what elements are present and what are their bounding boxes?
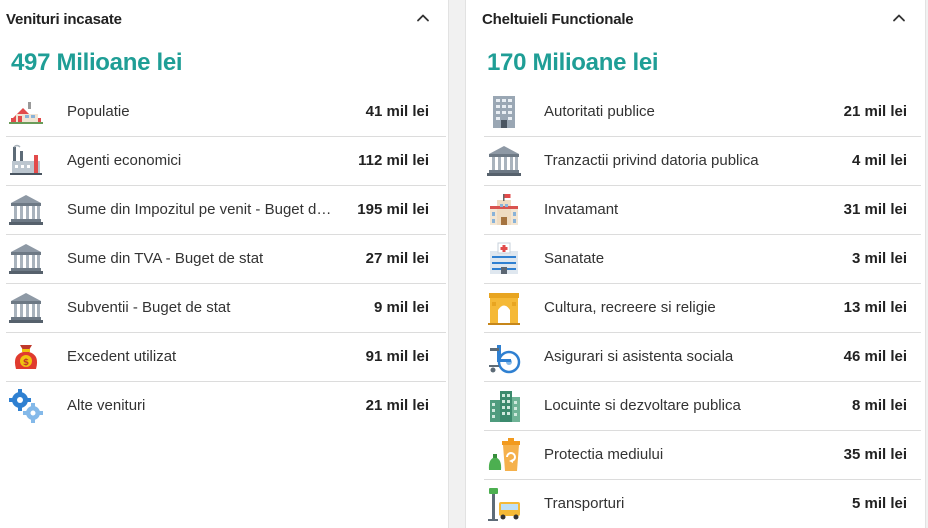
list-item-value: 41 mil lei bbox=[365, 103, 429, 120]
list-item-value: 3 mil lei bbox=[851, 250, 907, 267]
list-item[interactable]: Subventii - Buget de stat 9 mil lei bbox=[6, 284, 446, 333]
bank-icon bbox=[8, 290, 44, 326]
list-item-label: Protectia mediului bbox=[544, 446, 664, 463]
list-item-value: 91 mil lei bbox=[365, 348, 429, 365]
list-item-value: 46 mil lei bbox=[843, 348, 907, 365]
expenses-panel-title: Cheltuieli Functionale bbox=[482, 11, 634, 28]
revenue-panel: Venituri incasate 497 Milioane lei Popul… bbox=[0, 0, 449, 528]
list-item-label: Autoritati publice bbox=[544, 103, 655, 120]
list-item-label: Transporturi bbox=[544, 495, 625, 512]
bank-icon bbox=[486, 143, 522, 179]
list-item[interactable]: Protectia mediului 35 mil lei bbox=[484, 431, 921, 480]
list-item[interactable]: Sume din TVA - Buget de stat 27 mil lei bbox=[6, 235, 446, 284]
apartment-building-icon bbox=[486, 388, 522, 424]
bus-stop-icon bbox=[486, 486, 522, 522]
factory-icon bbox=[8, 143, 44, 179]
list-item-label: Sume din Impozitul pe venit - Buget de s… bbox=[67, 201, 335, 218]
list-item[interactable]: Invatamant 31 mil lei bbox=[484, 186, 921, 235]
list-item[interactable]: Autoritati publice 21 mil lei bbox=[484, 88, 921, 137]
list-item-value: 4 mil lei bbox=[851, 152, 907, 169]
list-item-value: 8 mil lei bbox=[851, 397, 907, 414]
wheelchair-icon bbox=[486, 339, 522, 375]
office-building-icon bbox=[486, 94, 522, 130]
list-item-value: 21 mil lei bbox=[365, 397, 429, 414]
list-item[interactable]: Sanatate 3 mil lei bbox=[484, 235, 921, 284]
list-item-label: Subventii - Buget de stat bbox=[67, 299, 231, 316]
list-item[interactable]: Agenti economici 112 mil lei bbox=[6, 137, 446, 186]
chevron-up-icon[interactable] bbox=[415, 10, 431, 26]
list-item-label: Agenti economici bbox=[67, 152, 182, 169]
list-item-label: Excedent utilizat bbox=[67, 348, 177, 365]
revenue-list: Populatie 41 mil lei Agenti economici 11… bbox=[6, 88, 446, 430]
revenue-panel-header[interactable]: Venituri incasate bbox=[0, 0, 448, 38]
arch-icon bbox=[486, 290, 522, 326]
school-icon bbox=[486, 192, 522, 228]
money-bag-icon bbox=[8, 339, 44, 375]
list-item-value: 5 mil lei bbox=[851, 495, 907, 512]
list-item-value: 13 mil lei bbox=[843, 299, 907, 316]
list-item-value: 21 mil lei bbox=[843, 103, 907, 120]
revenue-panel-title: Venituri incasate bbox=[6, 11, 122, 28]
list-item-label: Sanatate bbox=[544, 250, 605, 267]
revenue-total: 497 Milioane lei bbox=[11, 49, 183, 76]
list-item-label: Populatie bbox=[67, 103, 130, 120]
list-item-label: Alte venituri bbox=[67, 397, 146, 414]
list-item[interactable]: Asigurari si asistenta sociala 46 mil le… bbox=[484, 333, 921, 382]
list-item-value: 27 mil lei bbox=[365, 250, 429, 267]
hospital-icon bbox=[486, 241, 522, 277]
list-item[interactable]: Transporturi 5 mil lei bbox=[484, 480, 921, 528]
expenses-total: 170 Milioane lei bbox=[487, 49, 659, 76]
list-item[interactable]: Tranzactii privind datoria publica 4 mil… bbox=[484, 137, 921, 186]
list-item-label: Invatamant bbox=[544, 201, 619, 218]
gears-icon bbox=[8, 388, 44, 424]
list-item-label: Sume din TVA - Buget de stat bbox=[67, 250, 264, 267]
list-item-value: 35 mil lei bbox=[843, 446, 907, 463]
list-item[interactable]: Cultura, recreere si religie 13 mil lei bbox=[484, 284, 921, 333]
list-item[interactable]: Populatie 41 mil lei bbox=[6, 88, 446, 137]
list-item[interactable]: Sume din Impozitul pe venit - Buget de s… bbox=[6, 186, 446, 235]
list-item[interactable]: Locuinte si dezvoltare publica 8 mil lei bbox=[484, 382, 921, 431]
list-item-label: Cultura, recreere si religie bbox=[544, 299, 716, 316]
expenses-list: Autoritati publice 21 mil lei Tranzactii… bbox=[484, 88, 921, 528]
list-item-label: Locuinte si dezvoltare publica bbox=[544, 397, 741, 414]
chevron-up-icon[interactable] bbox=[891, 10, 907, 26]
list-item[interactable]: Excedent utilizat 91 mil lei bbox=[6, 333, 446, 382]
list-item-value: 9 mil lei bbox=[373, 299, 429, 316]
bank-icon bbox=[8, 192, 44, 228]
house-icon bbox=[8, 94, 44, 130]
list-item[interactable]: Alte venituri 21 mil lei bbox=[6, 382, 446, 430]
expenses-panel: Cheltuieli Functionale 170 Milioane lei … bbox=[465, 0, 926, 528]
bank-icon bbox=[8, 241, 44, 277]
recycle-bin-icon bbox=[486, 437, 522, 473]
list-item-value: 112 mil lei bbox=[358, 152, 429, 169]
list-item-label: Tranzactii privind datoria publica bbox=[544, 152, 759, 169]
expenses-panel-header[interactable]: Cheltuieli Functionale bbox=[466, 0, 925, 38]
list-item-value: 31 mil lei bbox=[843, 201, 907, 218]
list-item-value: 195 mil lei bbox=[357, 201, 429, 218]
list-item-label: Asigurari si asistenta sociala bbox=[544, 348, 734, 365]
